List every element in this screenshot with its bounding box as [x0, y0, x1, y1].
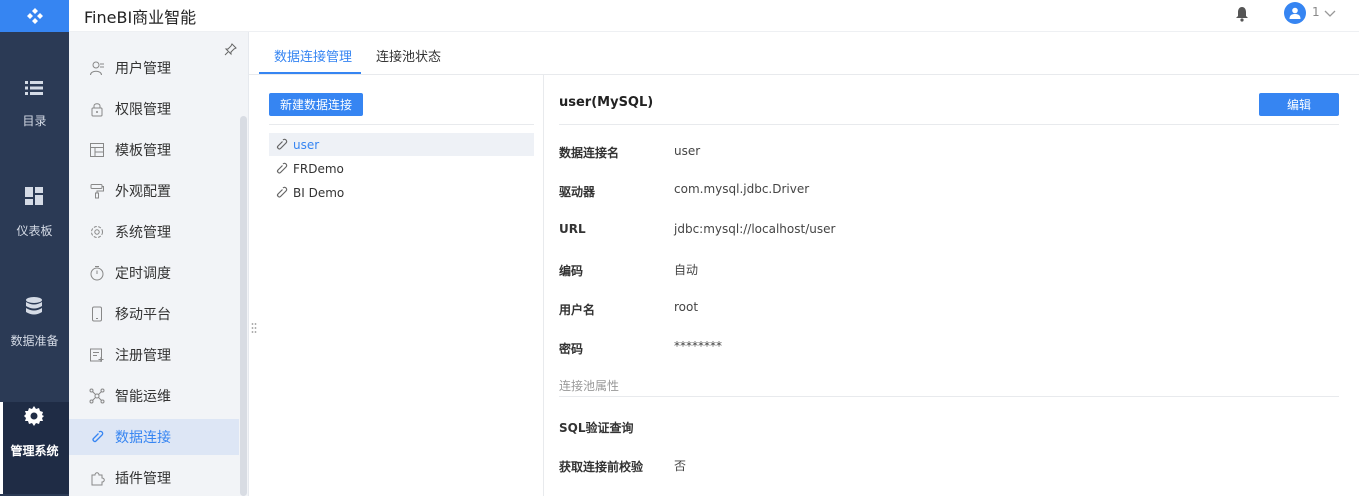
sidebar-item-plugins[interactable]: 插件管理	[69, 460, 239, 496]
register-icon	[90, 348, 104, 362]
rail-item-admin[interactable]: 管理系统	[0, 402, 69, 494]
tab-bar: 数据连接管理 连接池状态	[249, 32, 1359, 75]
dashboard-icon	[25, 187, 43, 205]
database-icon	[26, 297, 42, 315]
field-label: 编码	[559, 264, 584, 278]
sidebar-item-appearance[interactable]: 外观配置	[69, 173, 239, 209]
app-rail: 目录 仪表板 数据准备 管理系统	[0, 0, 69, 496]
sidebar-item-permissions[interactable]: 权限管理	[69, 91, 239, 127]
settings-icon	[91, 226, 103, 238]
new-connection-button[interactable]: 新建数据连接	[269, 93, 363, 116]
timer-icon	[90, 266, 104, 281]
connection-name: BI Demo	[293, 185, 345, 200]
sidebar-item-system[interactable]: 系统管理	[69, 214, 239, 250]
lock-icon	[91, 103, 103, 117]
gear-icon	[24, 406, 44, 426]
sidebar-item-label: 移动平台	[115, 307, 171, 323]
tab-pool-status[interactable]: 连接池状态	[376, 46, 441, 65]
link-icon	[276, 186, 288, 198]
divider	[559, 124, 1339, 125]
active-tab-indicator	[259, 72, 361, 74]
mobile-icon	[92, 306, 102, 322]
sidebar-item-label: 用户管理	[115, 61, 171, 77]
list-item[interactable]: user	[269, 133, 534, 156]
rail-item-dashboard[interactable]: 仪表板	[0, 182, 69, 292]
rail-label: 数据准备	[10, 334, 59, 348]
field-value: user	[674, 144, 701, 158]
link-icon	[276, 162, 288, 174]
field-value: 否	[674, 459, 687, 473]
list-item[interactable]: BI Demo	[269, 181, 534, 204]
rail-label: 目录	[22, 114, 47, 128]
sidebar-item-schedule[interactable]: 定时调度	[69, 255, 239, 291]
field-label: 密码	[559, 342, 584, 356]
field-value: com.mysql.jdbc.Driver	[674, 182, 810, 196]
sidebar-item-templates[interactable]: 模板管理	[69, 132, 239, 168]
field-label: URL	[559, 222, 586, 236]
bell-icon[interactable]	[1235, 6, 1249, 22]
top-header: FineBI商业智能 1	[69, 0, 1359, 32]
sidebar-item-users[interactable]: 用户管理	[69, 50, 239, 86]
field-value: jdbc:mysql://localhost/user	[674, 222, 836, 236]
field-value: 自动	[674, 263, 699, 277]
sidebar-scrollbar[interactable]	[240, 116, 247, 496]
field-label: 获取连接前校验	[559, 460, 644, 474]
network-icon	[89, 388, 105, 404]
template-icon	[90, 143, 104, 157]
sidebar-item-data-connection[interactable]: 数据连接	[69, 419, 239, 455]
chevron-down-icon[interactable]	[1324, 8, 1336, 18]
list-item[interactable]: FRDemo	[269, 157, 534, 180]
user-icon	[90, 61, 104, 76]
field-value: root	[674, 300, 699, 314]
edit-button[interactable]: 编辑	[1259, 93, 1339, 116]
paint-roller-icon	[90, 184, 104, 199]
rail-item-catalog[interactable]: 目录	[0, 72, 69, 182]
sidebar-item-label: 权限管理	[115, 102, 171, 118]
sidebar-item-label: 系统管理	[115, 225, 171, 241]
sidebar-item-label: 智能运维	[115, 389, 171, 405]
field-value: ********	[674, 339, 722, 353]
connection-name: user	[293, 137, 320, 152]
section-title: 连接池属性	[559, 379, 620, 393]
user-name[interactable]: 1	[1312, 5, 1320, 19]
detail-title: user(MySQL)	[559, 95, 654, 110]
connection-detail-pane: user(MySQL) 编辑 数据连接名 user 驱动器 com.mysql.…	[545, 75, 1359, 496]
sidebar-item-label: 外观配置	[115, 184, 171, 200]
sidebar-item-label: 定时调度	[115, 266, 171, 282]
resize-handle-icon[interactable]	[251, 322, 257, 334]
app-logo[interactable]	[0, 0, 69, 32]
sidebar-item-mobile[interactable]: 移动平台	[69, 296, 239, 332]
link-icon	[92, 430, 104, 443]
sidebar-item-label: 插件管理	[115, 471, 171, 487]
sidebar-item-label: 模板管理	[115, 143, 171, 159]
rail-item-data-prep[interactable]: 数据准备	[0, 292, 69, 402]
plugin-icon	[91, 472, 105, 486]
sidebar-item-label: 数据连接	[115, 430, 171, 446]
divider	[559, 396, 1339, 397]
avatar[interactable]	[1284, 2, 1306, 24]
divider	[269, 124, 534, 125]
logo-icon	[26, 8, 43, 24]
connection-list-pane: 新建数据连接 user FRDemo BI Demo	[259, 75, 544, 496]
connection-name: FRDemo	[293, 161, 344, 176]
sidebar-item-label: 注册管理	[115, 348, 171, 364]
rail-label: 管理系统	[10, 444, 59, 458]
link-icon	[276, 138, 288, 150]
sidebar-item-ops[interactable]: 智能运维	[69, 378, 239, 414]
field-label: 驱动器	[559, 185, 596, 199]
rail-label: 仪表板	[16, 224, 53, 238]
field-label: 数据连接名	[559, 146, 620, 160]
field-label: SQL验证查询	[559, 421, 634, 435]
admin-sidebar: 用户管理 权限管理 模板管理 外观配置 系统管理 定时调度 移动平台 注册管理 …	[69, 32, 249, 496]
user-avatar-icon	[1289, 7, 1301, 19]
tab-connection-management[interactable]: 数据连接管理	[274, 46, 352, 65]
sidebar-item-register[interactable]: 注册管理	[69, 337, 239, 373]
list-icon	[25, 81, 43, 95]
field-label: 用户名	[559, 303, 596, 317]
app-title: FineBI商业智能	[84, 8, 197, 27]
